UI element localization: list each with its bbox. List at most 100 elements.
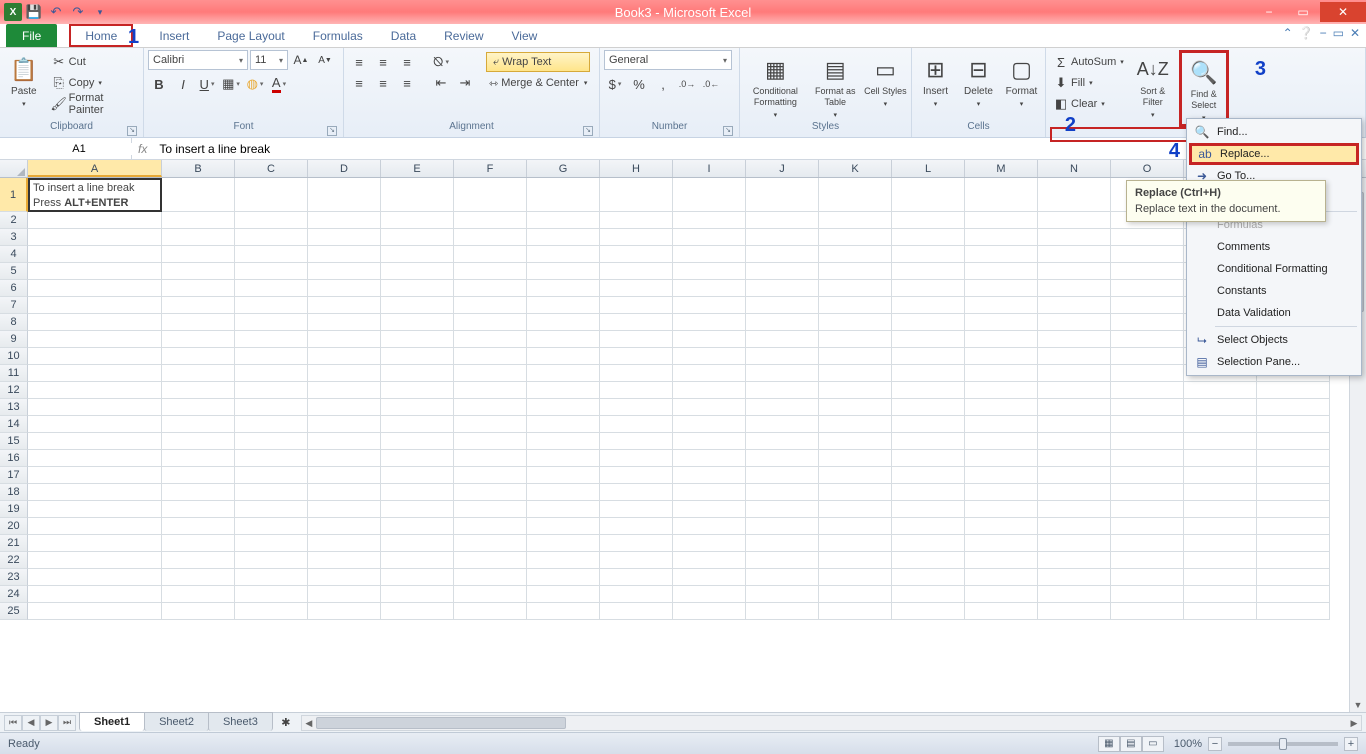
fill-color-button[interactable]: ◍ [244,74,266,94]
cell-K13[interactable] [819,399,892,416]
cell-Q17[interactable] [1257,467,1330,484]
cell-I17[interactable] [673,467,746,484]
cell-D6[interactable] [308,280,381,297]
cell-N16[interactable] [1038,450,1111,467]
cell-J8[interactable] [746,314,819,331]
cell-N11[interactable] [1038,365,1111,382]
horizontal-scrollbar[interactable]: ◀ ▶ [301,715,1362,731]
cell-L5[interactable] [892,263,965,280]
cell-D19[interactable] [308,501,381,518]
row-header-14[interactable]: 14 [0,416,28,433]
row-header-24[interactable]: 24 [0,586,28,603]
cell-D15[interactable] [308,433,381,450]
cell-J14[interactable] [746,416,819,433]
cell-G12[interactable] [527,382,600,399]
cell-L12[interactable] [892,382,965,399]
cell-D24[interactable] [308,586,381,603]
cell-I10[interactable] [673,348,746,365]
cell-F17[interactable] [454,467,527,484]
maximize-button[interactable]: ▭ [1286,2,1320,22]
menu-conditional-formatting[interactable]: Conditional Formatting [1189,258,1359,280]
cell-O23[interactable] [1111,569,1184,586]
row-header-11[interactable]: 11 [0,365,28,382]
row-header-15[interactable]: 15 [0,433,28,450]
column-header-F[interactable]: F [454,160,527,177]
cell-E18[interactable] [381,484,454,501]
cell-K22[interactable] [819,552,892,569]
cell-M8[interactable] [965,314,1038,331]
cell-A15[interactable] [28,433,162,450]
cell-A1[interactable]: To insert a line breakPress ALT+ENTER [28,178,162,212]
cell-P25[interactable] [1184,603,1257,620]
row-header-3[interactable]: 3 [0,229,28,246]
cell-M20[interactable] [965,518,1038,535]
format-as-table-button[interactable]: ▤Format as Table▾ [811,50,860,121]
cell-B18[interactable] [162,484,235,501]
cell-E8[interactable] [381,314,454,331]
workbook-minimize-icon[interactable]: − [1320,26,1327,40]
cell-A25[interactable] [28,603,162,620]
cell-K15[interactable] [819,433,892,450]
cell-O24[interactable] [1111,586,1184,603]
cell-D16[interactable] [308,450,381,467]
row-header-25[interactable]: 25 [0,603,28,620]
cell-I25[interactable] [673,603,746,620]
cell-B7[interactable] [162,297,235,314]
cell-N7[interactable] [1038,297,1111,314]
cell-A4[interactable] [28,246,162,263]
cell-O18[interactable] [1111,484,1184,501]
cell-I19[interactable] [673,501,746,518]
cell-B5[interactable] [162,263,235,280]
cell-L1[interactable] [892,178,965,212]
font-family-combo[interactable]: Calibri▾ [148,50,248,70]
cell-O4[interactable] [1111,246,1184,263]
cell-J5[interactable] [746,263,819,280]
cell-M18[interactable] [965,484,1038,501]
cell-N18[interactable] [1038,484,1111,501]
tab-insert[interactable]: Insert [145,24,203,47]
cell-G11[interactable] [527,365,600,382]
redo-icon[interactable]: ↷ [68,2,88,22]
cell-M22[interactable] [965,552,1038,569]
cell-I9[interactable] [673,331,746,348]
cell-J1[interactable] [746,178,819,212]
wrap-text-button[interactable]: ⤶Wrap Text [486,52,590,72]
cell-J6[interactable] [746,280,819,297]
font-dialog-launcher[interactable]: ↘ [327,126,337,136]
cell-C8[interactable] [235,314,308,331]
cell-E7[interactable] [381,297,454,314]
conditional-formatting-button[interactable]: ▦Conditional Formatting▾ [744,50,807,121]
cell-N12[interactable] [1038,382,1111,399]
cell-J19[interactable] [746,501,819,518]
cell-C23[interactable] [235,569,308,586]
cell-O5[interactable] [1111,263,1184,280]
cell-L23[interactable] [892,569,965,586]
cell-J18[interactable] [746,484,819,501]
cell-E19[interactable] [381,501,454,518]
cell-O22[interactable] [1111,552,1184,569]
cell-D4[interactable] [308,246,381,263]
tab-view[interactable]: View [498,24,552,47]
cell-C2[interactable] [235,212,308,229]
row-header-22[interactable]: 22 [0,552,28,569]
cell-O19[interactable] [1111,501,1184,518]
menu-selection-pane[interactable]: ▤Selection Pane... [1189,351,1359,373]
cell-G18[interactable] [527,484,600,501]
cell-I16[interactable] [673,450,746,467]
sort-filter-button[interactable]: A↓ZSort & Filter▾ [1131,50,1175,121]
cell-P20[interactable] [1184,518,1257,535]
cell-E23[interactable] [381,569,454,586]
cell-A2[interactable] [28,212,162,229]
cell-C14[interactable] [235,416,308,433]
column-header-N[interactable]: N [1038,160,1111,177]
cell-D13[interactable] [308,399,381,416]
cell-O7[interactable] [1111,297,1184,314]
cell-C15[interactable] [235,433,308,450]
cell-Q19[interactable] [1257,501,1330,518]
decrease-font-icon[interactable]: A▼ [314,50,336,70]
cell-F15[interactable] [454,433,527,450]
cell-C7[interactable] [235,297,308,314]
cell-H17[interactable] [600,467,673,484]
select-all-button[interactable] [0,160,28,177]
cell-E15[interactable] [381,433,454,450]
